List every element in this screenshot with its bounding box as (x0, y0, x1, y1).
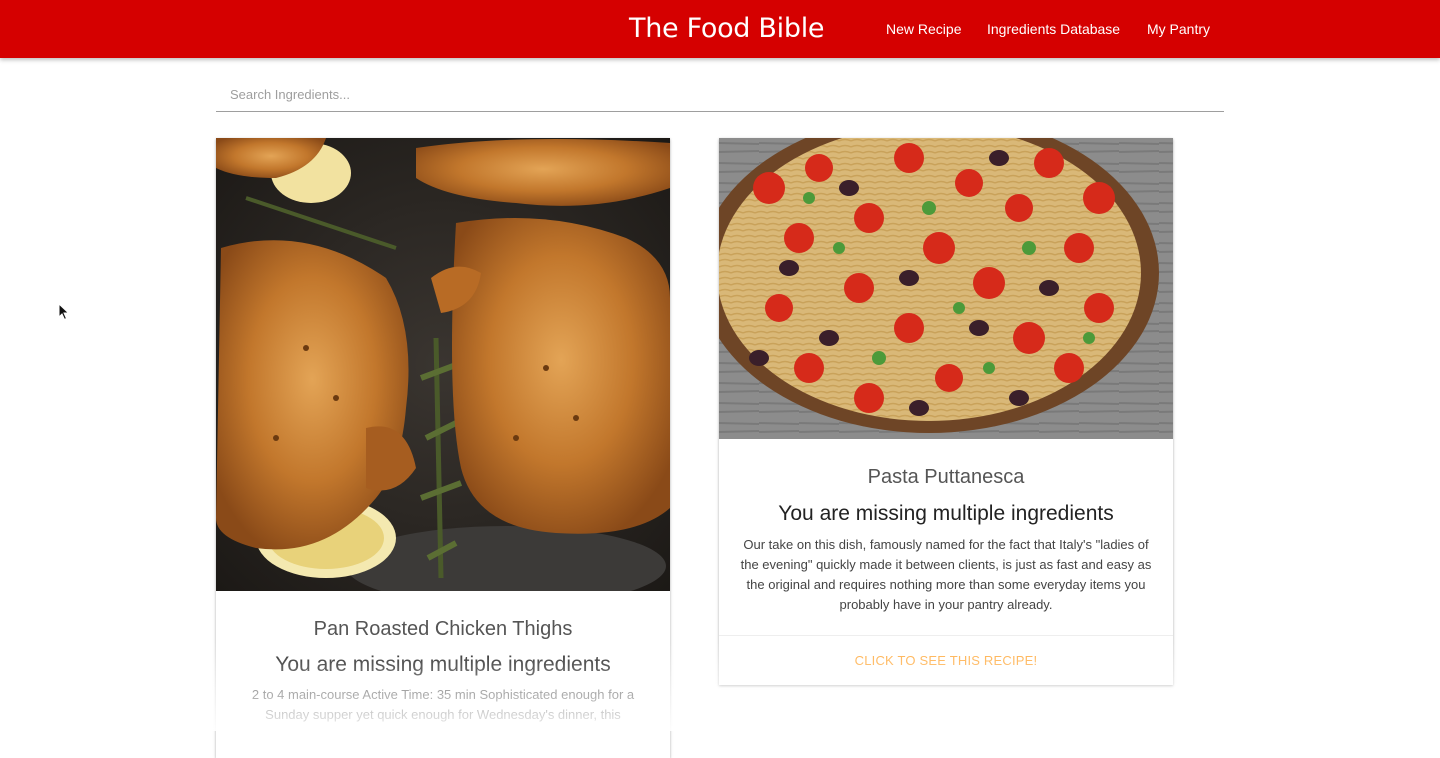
missing-ingredients-status: You are missing multiple ingredients (275, 653, 611, 676)
recipe-card: Pasta Puttanesca You are missing multipl… (719, 138, 1173, 685)
brand-title[interactable]: The Food Bible (629, 13, 825, 45)
recipe-image-chicken[interactable] (216, 138, 670, 591)
missing-ingredients-status: You are missing multiple ingredients (778, 502, 1114, 525)
nav-ingredients-database[interactable]: Ingredients Database (987, 21, 1120, 37)
search-ingredients-input[interactable] (216, 78, 1224, 112)
see-recipe-button[interactable]: CLICK TO SEE THIS RECIPE! (719, 635, 1173, 685)
recipe-description: Our take on this dish, famously named fo… (740, 537, 1152, 612)
app-header: The Food Bible New Recipe Ingredients Da… (0, 0, 1440, 58)
recipe-description: 2 to 4 main-course Active Time: 35 min S… (251, 687, 635, 722)
mouse-cursor-icon (58, 303, 70, 321)
recipe-image-pasta[interactable] (719, 138, 1173, 439)
nav-new-recipe[interactable]: New Recipe (886, 21, 961, 37)
nav-my-pantry[interactable]: My Pantry (1147, 21, 1210, 37)
recipe-title: Pasta Puttanesca (867, 466, 1025, 488)
recipe-title: Pan Roasted Chicken Thighs (313, 618, 573, 640)
recipe-card: Pan Roasted Chicken Thighs You are missi… (216, 138, 670, 758)
